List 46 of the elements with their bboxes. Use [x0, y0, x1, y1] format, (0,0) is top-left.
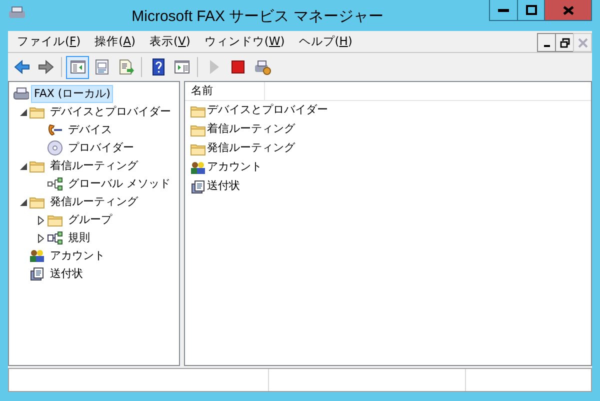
list-item[interactable]: アカウント — [207, 159, 262, 176]
list-item[interactable]: 送付状 — [207, 178, 240, 195]
cover-page-icon — [190, 178, 206, 194]
tree-item[interactable]: デバイス — [65, 120, 115, 140]
minimize-icon — [544, 45, 550, 47]
tree-item[interactable]: 着信ルーティング — [47, 156, 141, 176]
expand-arrow[interactable] — [35, 232, 47, 244]
tree-item[interactable]: アカウント — [47, 246, 108, 266]
menu-item[interactable]: 操作(A) — [88, 32, 142, 50]
tree-item[interactable]: グローバル メソッド — [65, 174, 174, 194]
list-item[interactable]: デバイスとプロバイダー — [207, 102, 328, 119]
minimize-button[interactable] — [489, 0, 518, 21]
tree-item[interactable]: 発信ルーティング — [47, 192, 141, 212]
routing-icon — [47, 176, 63, 192]
users-icon — [29, 248, 45, 264]
menu-item[interactable]: ファイル(F) — [10, 32, 88, 50]
tree-item[interactable]: デバイスとプロバイダー — [47, 102, 174, 122]
close-button[interactable] — [545, 0, 592, 21]
restore-button[interactable] — [555, 33, 574, 52]
users-icon — [190, 160, 206, 176]
maximize-icon — [526, 5, 536, 15]
rules-icon — [47, 230, 63, 246]
phone-icon — [47, 122, 63, 138]
minimize-button[interactable] — [537, 33, 556, 52]
window-title: Microsoft FAX サービス マネージャー — [130, 7, 384, 27]
tree-item[interactable]: 送付状 — [47, 264, 86, 284]
disc-icon — [47, 140, 63, 156]
close-icon — [562, 6, 574, 14]
minimize-icon — [498, 8, 509, 12]
fax-icon — [8, 6, 26, 20]
menu-item[interactable]: ウィンドウ(W) — [197, 32, 292, 50]
fax-icon — [13, 86, 29, 102]
tree-item[interactable]: FAX (ローカル) — [31, 84, 114, 104]
cover-page-icon — [29, 266, 45, 282]
close-icon — [578, 38, 588, 48]
menu-item[interactable]: ヘルプ(H) — [292, 32, 360, 50]
restore-icon — [560, 38, 570, 48]
tree-item[interactable]: グループ — [65, 210, 115, 230]
tree-item[interactable]: プロバイダー — [65, 138, 137, 158]
menu-item[interactable]: 表示(V) — [142, 32, 198, 50]
tree-item[interactable]: 規則 — [65, 228, 93, 248]
expand-arrow[interactable] — [35, 214, 47, 226]
tree-pane-icon[interactable] — [66, 56, 89, 78]
list-item[interactable]: 着信ルーティング — [207, 121, 295, 138]
column-header[interactable]: 名前 — [185, 82, 265, 100]
list-item[interactable]: 発信ルーティング — [207, 140, 295, 157]
